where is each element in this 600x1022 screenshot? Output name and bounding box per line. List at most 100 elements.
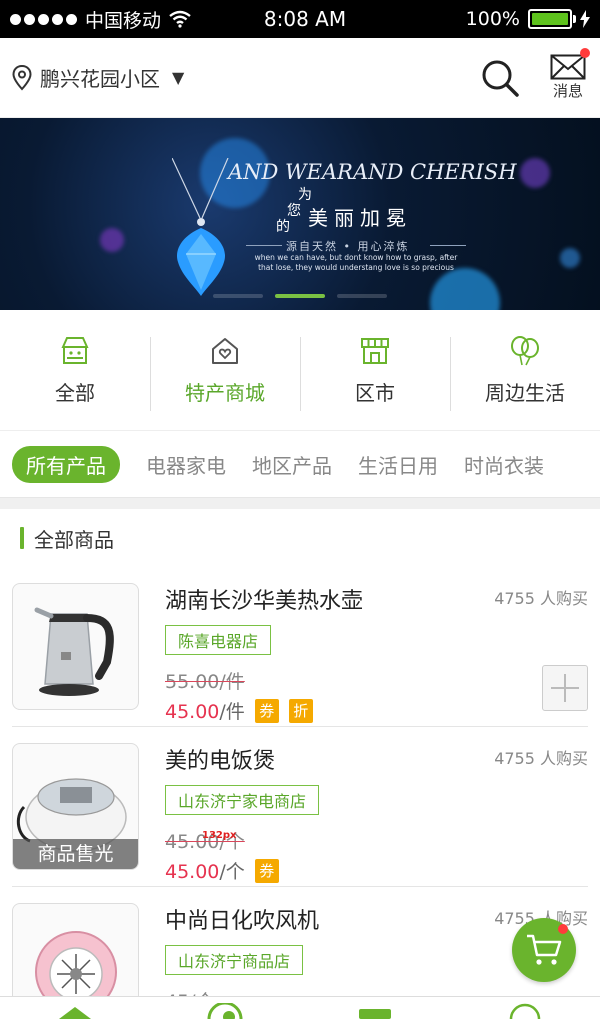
category-all[interactable]: 全部 xyxy=(0,335,150,406)
product-image[interactable] xyxy=(12,583,139,710)
bokeh-light xyxy=(430,268,500,310)
bokeh-light xyxy=(560,248,580,268)
category-label: 特产商城 xyxy=(185,380,265,405)
section-accent-bar xyxy=(20,527,24,549)
location-label: 鹏兴花园小区 xyxy=(40,67,160,91)
kettle-image xyxy=(34,607,114,696)
notification-dot xyxy=(580,48,590,58)
current-price: 45.00/件 券 折 xyxy=(165,697,588,724)
dropdown-caret-icon: ▼ xyxy=(172,68,185,87)
cart-icon xyxy=(527,934,562,965)
banner-rule-left xyxy=(246,245,282,246)
category-bar: 全部 特产商城 区市 周边生活 xyxy=(0,310,600,431)
category-specialty-mall[interactable]: 特产商城 xyxy=(150,335,300,411)
carrier-label: 中国移动 xyxy=(85,9,162,32)
product-info: 美的电饭煲 山东济宁家电商店 45.00/个 45.00/个 券 4755 人购… xyxy=(165,743,588,886)
banner-subtitle: 源自天然 • 用心淬炼 xyxy=(286,240,410,253)
pendant-image xyxy=(172,158,229,296)
product-info: 湖南长沙华美热水壶 陈喜电器店 55.00/件 45.00/件 券 折 4755… xyxy=(165,583,588,726)
shop-tag[interactable]: 山东济宁商品店 xyxy=(165,945,304,975)
sold-count: 4755 人购买 xyxy=(494,749,588,768)
category-label: 区市 xyxy=(355,380,395,405)
banner-headline: AND WEARAND CHERISH xyxy=(228,160,517,184)
search-button[interactable] xyxy=(478,56,522,100)
price-unit: /个 xyxy=(219,861,245,883)
market-stall-icon xyxy=(361,337,389,364)
product-filter-tabs: 所有产品 电器家电 地区产品 生活日用 时尚衣装 xyxy=(0,431,600,497)
battery-icon xyxy=(528,9,576,29)
bottom-nav xyxy=(0,996,600,1022)
store-icon xyxy=(359,1009,391,1019)
messages-label: 消息 xyxy=(552,82,583,100)
nav-discover[interactable] xyxy=(150,997,300,1022)
nav-profile[interactable] xyxy=(450,997,600,1022)
original-price: 55.00/件 xyxy=(165,671,245,693)
search-icon xyxy=(482,60,519,97)
messages-button[interactable]: 消息 xyxy=(548,48,590,101)
shop-icon xyxy=(61,336,89,364)
promo-banner[interactable]: AND WEARAND CHERISH 为 您 的 美丽加冕 源自天然 • 用心… xyxy=(0,118,600,310)
nav-home[interactable] xyxy=(0,997,150,1022)
banner-rule-right xyxy=(430,245,466,246)
tab-appliances[interactable]: 电器家电 xyxy=(146,450,226,479)
price-value: 45.00 xyxy=(165,701,220,723)
shop-tag[interactable]: 山东济宁家电商店 xyxy=(165,785,320,815)
tab-daily-goods[interactable]: 生活日用 xyxy=(358,450,438,479)
section-title: 全部商品 xyxy=(34,527,114,552)
envelope-icon xyxy=(550,54,586,80)
product-list: 湖南长沙华美热水壶 陈喜电器店 55.00/件 45.00/件 券 折 4755… xyxy=(0,567,600,1022)
status-bar: 中国移动 8:08 AM 100% xyxy=(0,0,600,38)
tab-fashion[interactable]: 时尚衣装 xyxy=(464,450,544,479)
sold-out-overlay: 商品售光 xyxy=(13,839,138,869)
category-label: 全部 xyxy=(55,380,95,405)
smiley-icon xyxy=(509,1003,541,1019)
bokeh-light xyxy=(100,228,124,252)
bokeh-light xyxy=(520,158,550,188)
pager-dot[interactable] xyxy=(213,294,263,298)
tab-regional-products[interactable]: 地区产品 xyxy=(252,450,332,479)
category-nearby-life[interactable]: 周边生活 xyxy=(450,335,600,411)
charging-icon xyxy=(580,10,590,28)
home-heart-icon xyxy=(212,337,238,364)
clock: 8:08 AM xyxy=(263,7,347,31)
price-unit: /件 xyxy=(219,701,245,723)
map-pin-icon xyxy=(12,64,32,90)
banner-title: 美丽加冕 xyxy=(308,206,412,230)
home-icon xyxy=(59,1007,91,1019)
pager-dot[interactable] xyxy=(337,294,387,298)
shop-tag[interactable]: 陈喜电器店 xyxy=(165,625,272,655)
add-to-cart-button[interactable] xyxy=(542,665,588,711)
dimension-annotation: 132px xyxy=(202,830,237,841)
wifi-icon xyxy=(169,10,191,28)
category-district-market[interactable]: 区市 xyxy=(300,335,450,411)
banner-pager xyxy=(0,294,600,298)
section-divider xyxy=(0,497,600,509)
balloons-icon xyxy=(511,335,539,365)
plus-icon xyxy=(551,674,579,702)
tab-all-products[interactable]: 所有产品 xyxy=(12,445,120,483)
price-value: 45.00 xyxy=(165,861,220,883)
status-left: 中国移动 xyxy=(10,6,220,33)
sold-count: 4755 人购买 xyxy=(494,589,588,608)
battery-percent: 100% xyxy=(465,8,520,30)
category-label: 周边生活 xyxy=(485,380,565,405)
status-right: 100% xyxy=(390,8,590,30)
signal-icon xyxy=(10,13,77,25)
product-image[interactable]: 商品售光 xyxy=(12,743,139,870)
product-card[interactable]: 湖南长沙华美热水壶 陈喜电器店 55.00/件 45.00/件 券 折 4755… xyxy=(12,567,588,727)
compass-icon xyxy=(207,1003,243,1019)
app-screen: 中国移动 8:08 AM 100% 鹏兴花园小区 ▼ 消息 AND WEARAN… xyxy=(0,0,600,1022)
location-selector[interactable]: 鹏兴花园小区 ▼ xyxy=(12,63,184,92)
section-header: 全部商品 xyxy=(0,509,600,567)
app-header: 鹏兴花园小区 ▼ 消息 xyxy=(0,38,600,118)
pager-dot-active[interactable] xyxy=(275,294,325,298)
banner-small-3: 的 xyxy=(276,219,290,235)
cart-badge-dot xyxy=(558,924,568,934)
discount-badge: 折 xyxy=(288,698,313,723)
nav-market[interactable] xyxy=(300,997,450,1022)
coupon-badge: 券 xyxy=(254,698,279,723)
cart-button[interactable] xyxy=(512,918,576,982)
product-card[interactable]: 商品售光 美的电饭煲 山东济宁家电商店 45.00/个 45.00/个 券 47… xyxy=(12,727,588,887)
banner-tagline: when we can have, but dont know how to g… xyxy=(254,253,458,272)
current-price: 45.00/个 券 xyxy=(165,857,588,884)
